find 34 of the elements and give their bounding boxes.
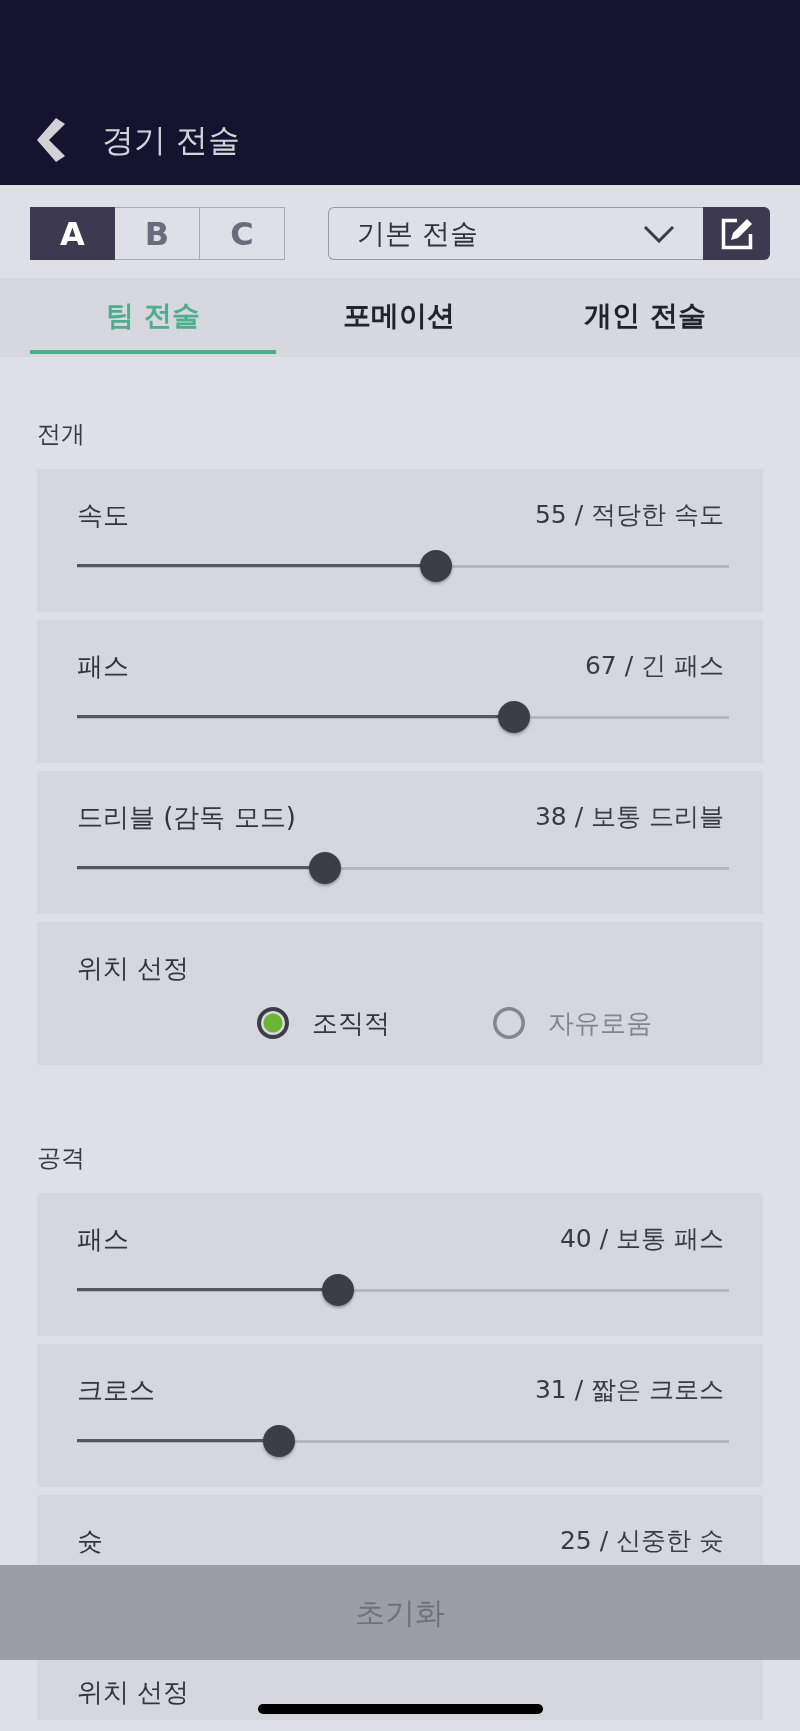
section-title: 공격 — [36, 1143, 86, 1174]
setting-value: 38 / 보통 드리블 — [534, 801, 724, 833]
preset-tab[interactable]: C — [200, 207, 285, 260]
back-icon — [37, 118, 65, 162]
pencil-square-icon — [719, 216, 754, 251]
setting-label: 패스 — [77, 1223, 129, 1256]
slider-thumb[interactable] — [321, 1274, 354, 1306]
tab[interactable]: 포메이션 — [276, 278, 522, 354]
setting-label: 패스 — [77, 650, 129, 683]
screen-title: 경기 전술 — [102, 120, 241, 161]
setting-label: 슛 — [77, 1525, 103, 1558]
setting-label: 위치 선정 — [77, 1676, 190, 1709]
setting-label: 속도 — [77, 499, 129, 532]
preset-tab[interactable]: B — [115, 207, 200, 260]
slider-thumb[interactable] — [308, 852, 341, 884]
setting-label: 크로스 — [77, 1374, 155, 1407]
preset-tab[interactable]: A — [30, 207, 115, 260]
back-button[interactable] — [37, 118, 65, 162]
section-title: 전개 — [36, 419, 86, 450]
setting-value: 55 / 적당한 속도 — [534, 499, 724, 531]
radio-option[interactable]: 조직적 — [257, 1004, 390, 1041]
slider-thumb[interactable] — [419, 550, 452, 582]
setting-value: 67 / 긴 패스 — [584, 650, 724, 682]
tab[interactable]: 개인 전술 — [522, 278, 768, 354]
setting-value: 40 / 보통 패스 — [559, 1223, 724, 1255]
edit-button[interactable] — [703, 207, 770, 260]
tactic-dropdown[interactable]: 기본 전술 — [328, 207, 703, 260]
chevron-down-icon — [643, 224, 675, 243]
setting-label: 위치 선정 — [77, 952, 190, 985]
setting-value: 31 / 짧은 크로스 — [534, 1374, 724, 1406]
slider-thumb[interactable] — [263, 1425, 296, 1457]
setting-value: 25 / 신중한 슛 — [559, 1525, 724, 1557]
slider-thumb[interactable] — [497, 701, 530, 733]
setting-label: 드리블 (감독 모드) — [77, 801, 296, 834]
